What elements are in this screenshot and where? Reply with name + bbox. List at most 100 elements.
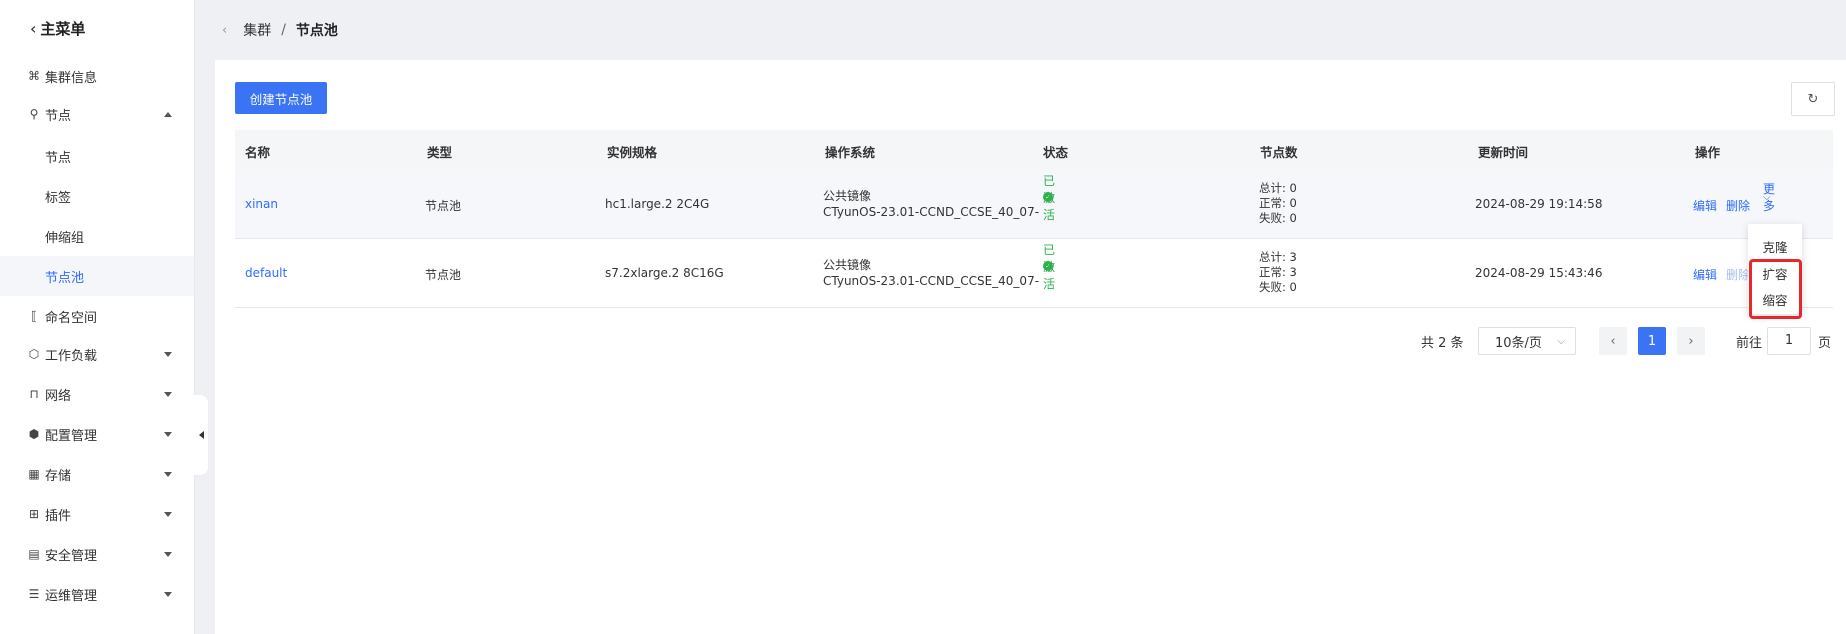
caret-up-icon (164, 111, 172, 117)
edit-link[interactable]: 编辑 (1693, 197, 1717, 214)
sidebar-item-label: 集群信息 (45, 70, 98, 86)
breadcrumb-parent[interactable]: 集群 (243, 20, 271, 40)
highlight-annotation-box (1749, 259, 1802, 319)
sidebar-item-cluster-info[interactable]: ⌘ 集群信息 (0, 56, 194, 96)
sidebar-item-label: 工作负载 (45, 348, 98, 364)
refresh-button[interactable]: ↻ (1791, 82, 1835, 116)
sidebar-item-label: 标签 (45, 190, 72, 206)
chevron-left-icon: ‹ (30, 19, 37, 38)
sidebar-item-nodes[interactable]: 节点 (0, 136, 194, 176)
sidebar-item-label: 存储 (45, 468, 72, 484)
goto-suffix: 页 (1818, 336, 1832, 351)
spec-cell: s7.2xlarge.2 8C16G (605, 266, 724, 280)
breadcrumb: ‹ 集群 / 节点池 (222, 20, 338, 40)
os-line2: CTyunOS-23.01-CCND_CCSE_40_07- (823, 205, 1040, 219)
caret-down-icon (164, 351, 172, 357)
sidebar-collapse-handle[interactable] (194, 395, 208, 475)
sidebar-item-ops[interactable]: ☰ 运维管理 (0, 574, 194, 614)
updated-time-cell: 2024-08-29 19:14:58 (1475, 197, 1603, 211)
count-normal: 正常: 3 (1259, 265, 1297, 279)
column-header: 节点数 (1260, 145, 1298, 160)
spec-cell: hc1.large.2 2C4G (605, 197, 710, 211)
sidebar-item-label: 命名空间 (45, 310, 98, 326)
ops-icon: ☰ (28, 587, 40, 601)
plugin-icon: ⊞ (28, 507, 40, 521)
table-row: default 节点池 s7.2xlarge.2 8C16G 公共镜像 CTyu… (235, 239, 1833, 308)
back-to-main-menu[interactable]: ‹ 主菜单 (30, 18, 85, 39)
column-header: 实例规格 (607, 145, 658, 160)
edit-link[interactable]: 编辑 (1693, 266, 1717, 283)
type-cell: 节点池 (425, 199, 462, 213)
delete-link[interactable]: 删除 (1726, 266, 1750, 283)
caret-down-icon (164, 551, 172, 557)
count-failed: 失败: 0 (1259, 280, 1297, 294)
security-icon: ▤ (28, 547, 40, 561)
status-text: 已激活 (1043, 242, 1056, 291)
goto-label: 前往 (1736, 336, 1763, 351)
node-icon: ⚲ (29, 107, 39, 121)
storage-icon: ▦ (28, 467, 40, 481)
refresh-icon: ↻ (1807, 91, 1819, 107)
node-pool-name-link[interactable]: xinan (245, 197, 278, 211)
page-size-select[interactable]: 10条/页 ⌵ (1478, 327, 1576, 355)
chevron-right-icon: › (1688, 333, 1694, 349)
column-header: 操作系统 (825, 145, 876, 160)
sidebar: ‹ 主菜单 ⌘ 集群信息 ⚲ 节点 节点 标签 伸缩组 节点池 ⟦ 命名空间 ⬡… (0, 0, 195, 634)
node-pool-name-link[interactable]: default (245, 266, 287, 280)
create-node-pool-button[interactable]: 创建节点池 (235, 82, 327, 114)
namespace-icon: ⟦ (31, 309, 37, 323)
dropdown-item-clone[interactable]: 克隆 (1748, 237, 1802, 256)
caret-down-icon (164, 471, 172, 477)
sidebar-item-node-pool[interactable]: 节点池 (0, 256, 194, 296)
table-header: 名称 类型 实例规格 操作系统 状态 节点数 更新时间 操作 (235, 130, 1833, 170)
prev-page-button[interactable]: ‹ (1599, 327, 1627, 355)
next-page-button[interactable]: › (1677, 327, 1705, 355)
os-cell: 公共镜像 CTyunOS-23.01-CCND_CCSE_40_07- (823, 257, 1039, 289)
sidebar-item-label: 网络 (45, 388, 72, 404)
count-total: 总计: 0 (1259, 181, 1297, 195)
network-icon: ⊓ (29, 387, 39, 401)
os-cell: 公共镜像 CTyunOS-23.01-CCND_CCSE_40_07- (823, 188, 1039, 220)
sidebar-item-scaling-group[interactable]: 伸缩组 (0, 216, 194, 256)
caret-down-icon (164, 511, 172, 517)
sidebar-item-security[interactable]: ▤ 安全管理 (0, 534, 194, 574)
sidebar-item-network[interactable]: ⊓ 网络 (0, 374, 194, 414)
chevron-down-icon: ⌵ (1763, 191, 1771, 203)
sidebar-item-storage[interactable]: ▦ 存储 (0, 454, 194, 494)
page-number-button[interactable]: 1 (1638, 327, 1666, 355)
chevron-left-icon: ‹ (1610, 333, 1616, 349)
sidebar-item-nodes-group[interactable]: ⚲ 节点 (0, 94, 194, 134)
count-normal: 正常: 0 (1259, 196, 1297, 210)
column-header: 类型 (427, 145, 453, 160)
status-text: 已激活 (1043, 173, 1056, 222)
sidebar-item-namespace[interactable]: ⟦ 命名空间 (0, 296, 194, 336)
column-header: 更新时间 (1478, 145, 1529, 160)
sidebar-item-label: 安全管理 (45, 548, 98, 564)
column-header: 操作 (1695, 145, 1721, 160)
breadcrumb-separator: / (281, 22, 286, 38)
page-size-value: 10条/页 (1495, 335, 1542, 351)
caret-down-icon (164, 591, 172, 597)
workload-icon: ⬡ (28, 347, 40, 361)
sidebar-item-plugins[interactable]: ⊞ 插件 (0, 494, 194, 534)
sidebar-item-label: 节点 (45, 150, 72, 166)
count-failed: 失败: 0 (1259, 211, 1297, 225)
breadcrumb-current: 节点池 (295, 23, 338, 39)
caret-down-icon (164, 391, 172, 397)
chevron-left-icon[interactable]: ‹ (222, 23, 227, 38)
sidebar-item-config[interactable]: ⬢ 配置管理 (0, 414, 194, 454)
delete-link[interactable]: 删除 (1726, 197, 1750, 214)
sidebar-item-workload[interactable]: ⬡ 工作负载 (0, 334, 194, 374)
caret-down-icon (164, 431, 172, 437)
sidebar-item-label: 节点 (45, 108, 72, 124)
config-icon: ⬢ (28, 427, 40, 441)
goto-page-input[interactable]: 1 (1767, 327, 1811, 355)
sidebar-item-label: 运维管理 (45, 588, 98, 604)
sidebar-item-label: 节点池 (45, 270, 85, 286)
sidebar-item-label: 伸缩组 (45, 230, 85, 246)
back-label: 主菜单 (40, 20, 86, 38)
column-header: 状态 (1043, 145, 1069, 160)
os-line2: CTyunOS-23.01-CCND_CCSE_40_07- (823, 274, 1040, 288)
sidebar-item-labels[interactable]: 标签 (0, 176, 194, 216)
pagination-total: 共 2 条 (1421, 336, 1464, 351)
